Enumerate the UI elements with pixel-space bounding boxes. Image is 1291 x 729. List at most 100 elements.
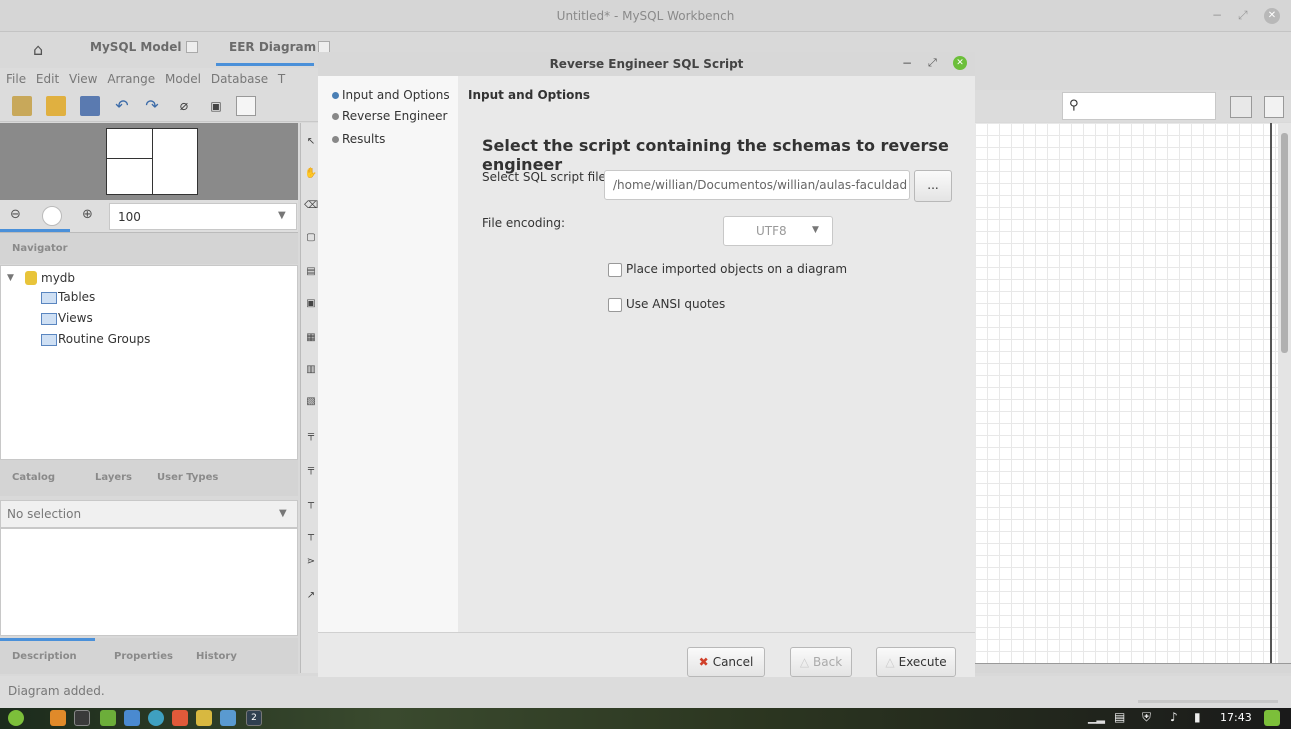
menu-model[interactable]: Model (165, 68, 201, 90)
cancel-button[interactable]: ✖ Cancel (687, 647, 765, 677)
close-icon: ✕ (1264, 8, 1280, 24)
tab-history[interactable]: History (196, 651, 237, 662)
tab-user-types[interactable]: User Types (157, 472, 218, 483)
tree-item-mydb[interactable]: mydb (41, 271, 75, 285)
files-icon[interactable] (100, 710, 116, 726)
battery-icon[interactable]: ▮ (1194, 710, 1201, 724)
volume-icon[interactable]: ♪ (1170, 710, 1178, 724)
eraser-icon[interactable]: ⌫ (304, 199, 318, 213)
encoding-select[interactable]: UTF8 ▼ (723, 216, 833, 246)
notes-icon[interactable] (196, 710, 212, 726)
dialog-minimize-icon[interactable]: − (902, 56, 912, 70)
tab-properties[interactable]: Properties (114, 651, 173, 662)
minimap-viewport[interactable] (106, 128, 198, 195)
zoom-combo[interactable]: 100 ▼ (109, 203, 297, 230)
table-tool-icon[interactable]: ▦ (304, 331, 318, 345)
view-tool-icon[interactable]: ▥ (304, 363, 318, 377)
menu-tools[interactable]: T (278, 68, 285, 90)
step-label: Results (342, 132, 386, 146)
close-window-button[interactable]: ✕ (1264, 7, 1280, 24)
redo-icon[interactable]: ↷ (142, 96, 162, 116)
tab-description[interactable]: Description (12, 651, 77, 662)
vertical-scrollbar[interactable] (1278, 123, 1291, 668)
undo-icon[interactable]: ↶ (112, 96, 132, 116)
tab-eer-diagram[interactable]: EER Diagram (229, 40, 316, 54)
toggle-secondary-sidebar-button[interactable] (1264, 96, 1284, 118)
sql-file-input[interactable] (604, 170, 910, 200)
relation-1-1-id-icon[interactable]: ┬ (304, 497, 318, 511)
pointer-icon[interactable]: ↖ (304, 135, 318, 149)
package-icon[interactable] (124, 710, 140, 726)
chrome-icon[interactable] (172, 710, 188, 726)
place-on-diagram-checkbox[interactable] (608, 263, 622, 277)
dialog-maximize-icon[interactable]: ⤢ (928, 56, 937, 70)
relation-1-n-icon[interactable]: ╤ (304, 463, 318, 477)
workspace-badge[interactable]: 2 (246, 710, 262, 726)
signal-icon[interactable]: ▁▂ (1088, 711, 1105, 724)
dialog-close-button[interactable]: ✕ (953, 56, 967, 70)
routine-tool-icon[interactable]: ▧ (304, 395, 318, 409)
toggle-grid-icon[interactable]: ⌀ (174, 96, 194, 116)
new-model-icon[interactable] (12, 96, 32, 116)
relation-1-n-id-icon[interactable]: ┬ (304, 529, 318, 543)
align-icon[interactable]: ▣ (206, 96, 226, 116)
back-button[interactable]: △ Back (790, 647, 852, 677)
relation-n-m-icon[interactable]: ⋗ (304, 555, 318, 569)
image-icon[interactable]: ▣ (304, 297, 318, 311)
zoom-in-icon[interactable]: ⊕ (82, 207, 93, 222)
browse-button[interactable]: ... (914, 170, 952, 202)
step-label: Input and Options (342, 88, 450, 102)
new-diagram-icon[interactable] (236, 96, 256, 116)
execute-button[interactable]: △ Execute (876, 647, 956, 677)
menu-database[interactable]: Database (211, 68, 268, 90)
minimize-icon[interactable]: − (1212, 8, 1222, 22)
shield-icon[interactable]: ⛨ (1142, 710, 1151, 725)
tree-item-routine-groups[interactable]: Routine Groups (58, 332, 150, 346)
clock[interactable]: 17:43 (1220, 711, 1252, 724)
horizontal-scrollbar[interactable] (975, 663, 1291, 673)
tab-catalog[interactable]: Catalog (12, 472, 55, 483)
relation-1-1-icon[interactable]: ╤ (304, 429, 318, 443)
browser-icon[interactable] (148, 710, 164, 726)
search-icon: ⚲ (1069, 98, 1079, 113)
maximize-icon[interactable]: ⤢ (1238, 8, 1248, 23)
zoom-out-icon[interactable]: ⊖ (10, 207, 21, 222)
chevron-down-icon: ▼ (278, 210, 286, 221)
ansi-quotes-checkbox[interactable] (608, 298, 622, 312)
zoom-slider-knob[interactable] (42, 206, 62, 226)
firefox-icon[interactable] (50, 710, 66, 726)
diagram-minimap[interactable] (0, 123, 298, 200)
diagram-canvas[interactable] (975, 123, 1278, 663)
scrollbar-thumb[interactable] (1281, 133, 1288, 353)
tab-close-icon[interactable] (186, 41, 198, 53)
tree-item-views[interactable]: Views (58, 311, 93, 325)
clipboard-icon[interactable]: ▤ (1114, 710, 1125, 724)
layer-icon[interactable]: ▢ (304, 231, 318, 245)
menu-edit[interactable]: Edit (36, 68, 59, 90)
hand-icon[interactable]: ✋ (304, 167, 318, 181)
selection-combo[interactable]: No selection ▼ (0, 500, 298, 528)
status-text: Diagram added. (8, 684, 105, 698)
menu-view[interactable]: View (69, 68, 97, 90)
tab-layers[interactable]: Layers (95, 472, 132, 483)
home-icon[interactable]: ⌂ (33, 40, 43, 59)
tab-mysql-model[interactable]: MySQL Model (90, 40, 181, 54)
encoding-value: UTF8 (756, 224, 787, 238)
tree-item-tables[interactable]: Tables (58, 290, 95, 304)
menu-arrange[interactable]: Arrange (107, 68, 155, 90)
save-icon[interactable] (80, 96, 100, 116)
terminal-icon[interactable] (74, 710, 90, 726)
workbench-icon[interactable] (220, 710, 236, 726)
relation-existing-icon[interactable]: ↗ (304, 589, 318, 603)
toggle-sidebar-button[interactable] (1230, 96, 1252, 118)
show-desktop-icon[interactable] (1264, 710, 1280, 726)
execute-label: Execute (898, 655, 947, 669)
search-input[interactable]: ⚲ (1062, 92, 1216, 120)
back-label: Back (813, 655, 843, 669)
chevron-down-icon[interactable]: ▼ (7, 273, 14, 283)
description-panel[interactable] (0, 528, 298, 636)
note-icon[interactable]: ▤ (304, 265, 318, 279)
menu-file[interactable]: File (6, 68, 26, 90)
mint-menu-icon[interactable] (8, 710, 24, 726)
open-folder-icon[interactable] (46, 96, 66, 116)
